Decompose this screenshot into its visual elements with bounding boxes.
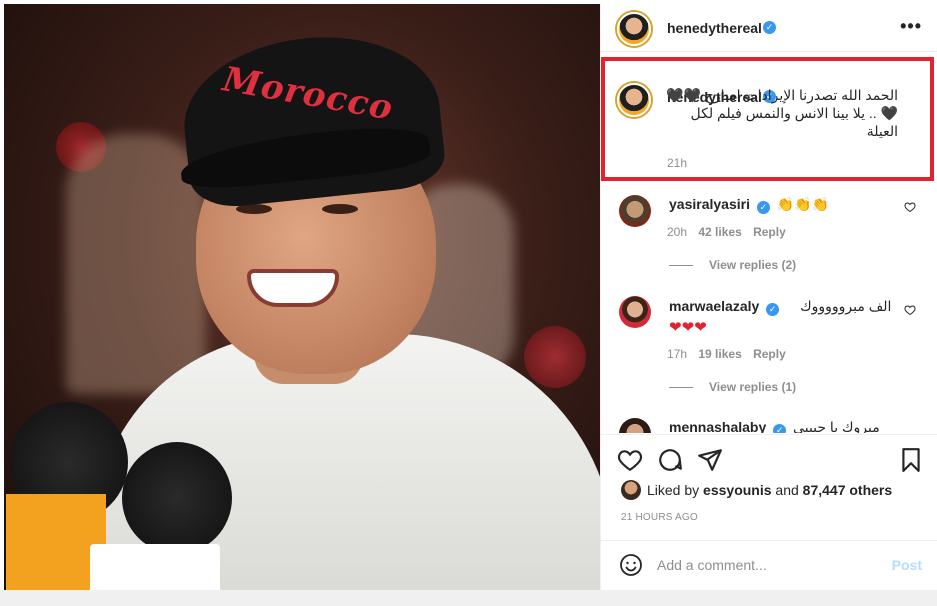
avatar[interactable] bbox=[617, 12, 651, 46]
comment-username[interactable]: yasiralyasiri bbox=[669, 196, 750, 212]
bookmark-icon[interactable] bbox=[898, 447, 924, 473]
smile bbox=[247, 269, 339, 307]
verified-badge-icon: ✓ bbox=[763, 21, 776, 34]
comment-time[interactable]: 17h bbox=[667, 347, 687, 361]
microphone-flag bbox=[90, 544, 220, 590]
post-header: henedythereal ✓ ••• bbox=[601, 4, 937, 52]
comment-avatar[interactable] bbox=[619, 296, 651, 328]
view-replies-label: View replies (1) bbox=[709, 380, 797, 394]
add-comment-bar: Post bbox=[601, 540, 937, 590]
liked-by-prefix: Liked by bbox=[647, 482, 700, 498]
post-photo[interactable]: Morocco bbox=[4, 4, 600, 590]
comment-icon[interactable] bbox=[657, 447, 683, 473]
view-replies-label: View replies (2) bbox=[709, 258, 797, 272]
liked-by-others-link[interactable]: 87,447 others bbox=[803, 482, 893, 498]
comment-input[interactable] bbox=[657, 553, 877, 577]
liked-by-user-link[interactable]: essyounis bbox=[703, 482, 771, 498]
liked-by-avatar[interactable] bbox=[621, 480, 641, 500]
posted-time[interactable]: 21 HOURS AGO bbox=[621, 512, 698, 523]
comment-row: yasiralyasiri ✓ 👏👏👏 bbox=[669, 196, 829, 214]
page-bottom-edge bbox=[0, 590, 937, 606]
comment-meta: 20h 42 likes Reply bbox=[667, 225, 786, 239]
caption-avatar[interactable] bbox=[617, 83, 651, 117]
divider-line bbox=[669, 387, 693, 389]
liked-by-joiner: and bbox=[775, 482, 799, 498]
comments-list[interactable]: henedythereal ✓ الحمد الله تصدرنا الإيرا… bbox=[601, 53, 937, 433]
comment-text-hearts: ❤❤❤ bbox=[669, 319, 707, 336]
comment-text: الف مبروووووك bbox=[800, 298, 892, 314]
divider-line bbox=[669, 265, 693, 267]
comment-username[interactable]: mennashalaby bbox=[669, 419, 766, 433]
heart-icon[interactable] bbox=[904, 304, 916, 316]
comment-avatar[interactable] bbox=[619, 195, 651, 227]
heart-icon[interactable] bbox=[904, 201, 916, 213]
comment-time[interactable]: 20h bbox=[667, 225, 687, 239]
reply-button[interactable]: Reply bbox=[753, 225, 786, 239]
verified-badge-icon: ✓ bbox=[773, 424, 787, 433]
share-icon[interactable] bbox=[697, 447, 723, 473]
emoji-icon[interactable] bbox=[619, 553, 643, 577]
comment-text: 👏👏👏 bbox=[776, 196, 830, 212]
comment-row: mennashalaby ✓ مبروك يا حبيبي bbox=[669, 419, 880, 433]
liked-by-text: Liked by essyounis and 87,447 others bbox=[647, 482, 892, 498]
view-replies-button[interactable]: View replies (2) bbox=[669, 258, 796, 272]
comment-likes[interactable]: 19 likes bbox=[698, 347, 741, 361]
caption-text: الحمد الله تصدرنا الإيرادات امبارح 🖤🖤🖤 .… bbox=[666, 87, 898, 139]
post-comment-button[interactable]: Post bbox=[892, 557, 922, 573]
comment-meta: 17h 19 likes Reply bbox=[667, 347, 786, 361]
verified-badge-icon: ✓ bbox=[766, 303, 780, 316]
verified-badge-icon: ✓ bbox=[756, 201, 770, 214]
comment-text: مبروك يا حبيبي bbox=[793, 419, 880, 433]
more-horizontal-icon[interactable]: ••• bbox=[900, 16, 922, 37]
post-username[interactable]: henedythereal bbox=[667, 20, 762, 36]
comment-likes[interactable]: 42 likes bbox=[698, 225, 741, 239]
eye bbox=[322, 204, 358, 214]
comment-avatar[interactable] bbox=[619, 418, 651, 433]
post-actions-bar bbox=[601, 434, 937, 486]
comment-row: marwaelazaly ✓ الف مبروووووك bbox=[669, 298, 891, 316]
comment-username[interactable]: marwaelazaly bbox=[669, 298, 759, 314]
reply-button[interactable]: Reply bbox=[753, 347, 786, 361]
bokeh-light bbox=[524, 326, 586, 388]
post-side-panel: henedythereal ✓ ••• henedythereal ✓ الحم… bbox=[600, 4, 937, 590]
caption-time[interactable]: 21h bbox=[667, 156, 687, 170]
view-replies-button[interactable]: View replies (1) bbox=[669, 380, 796, 394]
heart-icon[interactable] bbox=[617, 447, 643, 473]
microphone bbox=[122, 442, 232, 554]
